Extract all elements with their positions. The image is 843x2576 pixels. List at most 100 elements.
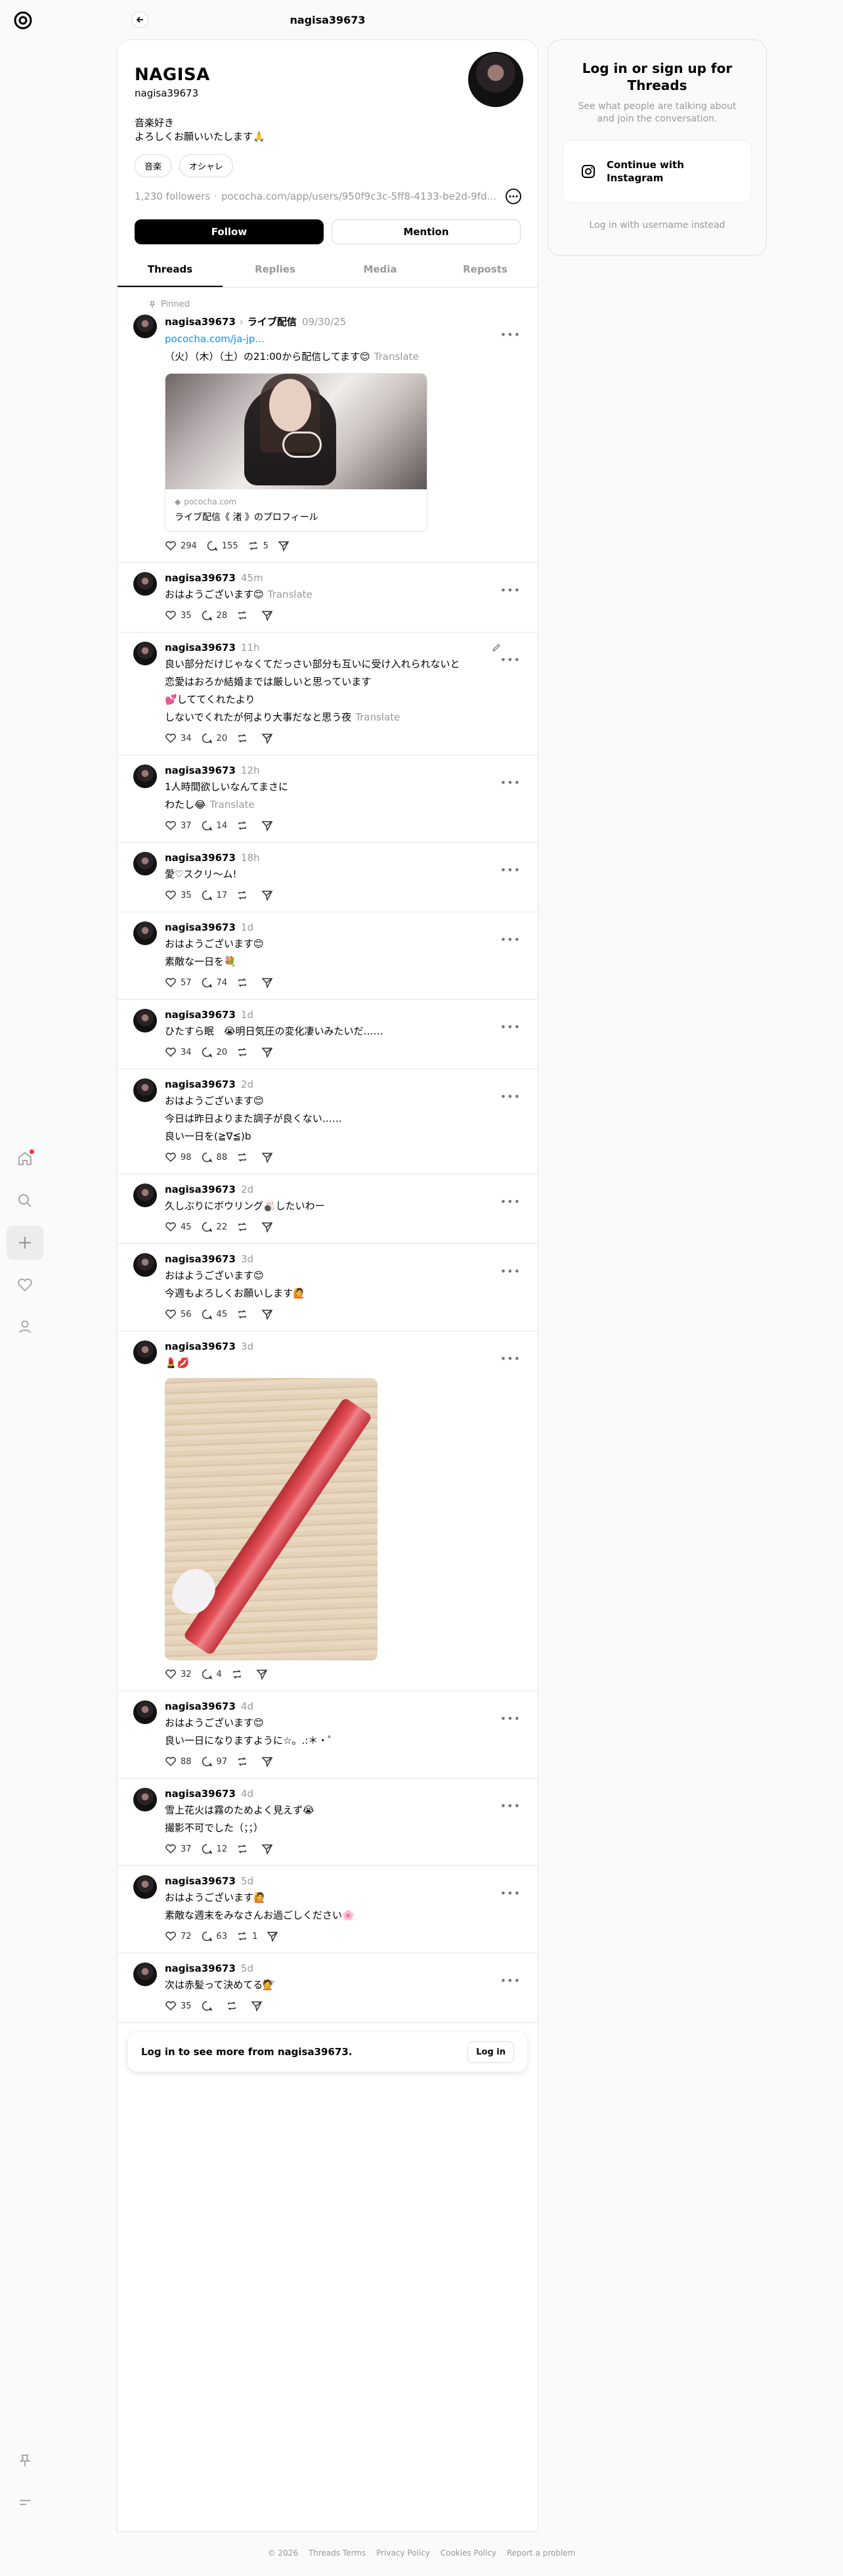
share-button[interactable] (261, 977, 277, 988)
thread-post[interactable]: nagisa39673 5d ••• おはようございます🙋 素敵な週末をみなさんお過ごし… (118, 1866, 538, 1953)
post-username[interactable]: nagisa39673 (165, 1963, 236, 1974)
thread-post[interactable]: Pinned nagisa39673 › ライブ配信 09/30/25 ••• pococh… (118, 288, 538, 563)
repost-button[interactable] (236, 820, 252, 832)
like-button[interactable]: 98 (165, 1151, 192, 1163)
reply-button[interactable]: 22 (201, 1221, 227, 1233)
thread-post[interactable]: nagisa39673 4d ••• 雪上花火は霧のためよく見えず😭 撮影不可でした（；… (118, 1779, 538, 1866)
post-avatar[interactable] (133, 922, 157, 945)
repost-button[interactable] (226, 2000, 242, 2012)
reply-button[interactable]: 14 (201, 820, 227, 832)
footer-link-privacy[interactable]: Privacy Policy (376, 2548, 430, 2558)
post-avatar[interactable] (133, 1253, 157, 1277)
footer-link-terms[interactable]: Threads Terms (309, 2548, 366, 2558)
post-username[interactable]: nagisa39673 (165, 1078, 236, 1090)
nav-profile[interactable] (7, 1310, 43, 1344)
reply-button[interactable]: 88 (201, 1151, 227, 1163)
post-image[interactable] (165, 1378, 378, 1660)
post-time[interactable]: 2d (241, 1078, 253, 1090)
like-button[interactable]: 37 (165, 820, 192, 832)
post-time[interactable]: 45m (241, 572, 263, 584)
post-avatar[interactable] (133, 642, 157, 665)
footer-link-cookies[interactable]: Cookies Policy (441, 2548, 496, 2558)
reply-button[interactable]: 45 (201, 1308, 227, 1320)
profile-avatar[interactable] (468, 52, 523, 107)
reply-button[interactable]: 12 (201, 1843, 227, 1855)
post-more-button[interactable]: ••• (500, 328, 521, 341)
post-avatar[interactable] (133, 1184, 157, 1207)
follow-button[interactable]: Follow (135, 219, 324, 244)
thread-post[interactable]: nagisa39673 18h ••• 愛♡スクリ〜ム! 35 17 (118, 843, 538, 912)
share-button[interactable] (261, 732, 277, 744)
repost-button[interactable] (236, 1046, 252, 1058)
reply-button[interactable] (201, 2000, 217, 2012)
translate-button[interactable]: Translate (268, 588, 313, 600)
share-button[interactable] (250, 2000, 267, 2012)
like-button[interactable]: 35 (165, 889, 192, 901)
post-avatar[interactable] (133, 1009, 157, 1033)
repost-button[interactable] (236, 1151, 252, 1163)
post-time[interactable]: 09/30/25 (302, 316, 346, 328)
post-time[interactable]: 3d (241, 1341, 253, 1352)
post-more-button[interactable]: ••• (500, 654, 521, 666)
post-avatar[interactable] (133, 572, 157, 596)
post-tag[interactable]: ライブ配信 (248, 315, 297, 328)
tab-reposts[interactable]: Reposts (433, 254, 538, 287)
share-button[interactable] (278, 540, 293, 552)
like-button[interactable]: 34 (165, 732, 192, 744)
translate-button[interactable]: Translate (355, 711, 400, 723)
tag-chip[interactable]: 音楽 (135, 154, 172, 177)
share-button[interactable] (261, 820, 277, 832)
share-button[interactable] (261, 889, 277, 901)
like-button[interactable]: 45 (165, 1221, 192, 1233)
post-time[interactable]: 11h (241, 642, 260, 654)
post-username[interactable]: nagisa39673 (165, 572, 236, 584)
nav-home[interactable] (7, 1142, 43, 1176)
more-icon[interactable] (505, 188, 522, 205)
post-username[interactable]: nagisa39673 (165, 1009, 236, 1021)
repost-button[interactable] (231, 1668, 247, 1680)
share-button[interactable] (261, 1756, 277, 1767)
username-login-link[interactable]: Log in with username instead (548, 220, 766, 231)
post-time[interactable]: 3d (241, 1253, 253, 1265)
post-avatar[interactable] (133, 765, 157, 788)
reply-button[interactable]: 74 (201, 977, 227, 988)
footer-link-report[interactable]: Report a problem (507, 2548, 575, 2558)
post-time[interactable]: 5d (241, 1875, 253, 1887)
repost-button[interactable] (236, 1756, 252, 1767)
post-more-button[interactable]: ••• (500, 776, 521, 789)
mention-button[interactable]: Mention (332, 219, 521, 244)
reply-button[interactable]: 155 (206, 540, 238, 552)
share-button[interactable] (261, 1843, 277, 1855)
tab-media[interactable]: Media (328, 254, 433, 287)
like-button[interactable]: 88 (165, 1756, 192, 1767)
thread-post[interactable]: nagisa39673 1d ••• ひたすら眠 😭明日気圧の変化凄いみたいだ…… 34… (118, 1000, 538, 1069)
repost-button[interactable]: 5 (248, 540, 269, 552)
post-time[interactable]: 18h (241, 852, 260, 864)
post-username[interactable]: nagisa39673 (165, 852, 236, 864)
reply-button[interactable]: 17 (201, 889, 227, 901)
post-time[interactable]: 4d (241, 1788, 253, 1800)
nav-create[interactable] (7, 1226, 43, 1260)
nav-menu[interactable] (7, 2485, 43, 2520)
link-preview-card[interactable]: ◆ pococha.com ライブ配信《 渚 》のプロフィール (165, 373, 427, 532)
post-more-button[interactable]: ••• (500, 1352, 521, 1365)
post-more-button[interactable]: ••• (500, 1265, 521, 1277)
thread-post[interactable]: nagisa39673 45m ••• おはようございます😊 Translate 35 28 (118, 563, 538, 633)
nav-pinned[interactable] (7, 2443, 43, 2477)
like-button[interactable]: 35 (165, 610, 192, 621)
reply-button[interactable]: 97 (201, 1756, 227, 1767)
post-more-button[interactable]: ••• (500, 1090, 521, 1103)
profile-link[interactable]: pococha.com/app/users/950f9c3c-5ff8-4133… (221, 190, 504, 202)
post-more-button[interactable]: ••• (500, 1800, 521, 1812)
post-username[interactable]: nagisa39673 (165, 922, 236, 933)
post-avatar[interactable] (133, 315, 157, 338)
share-button[interactable] (261, 1046, 277, 1058)
post-link[interactable]: pococha.com/ja-jp... (165, 332, 521, 346)
post-username[interactable]: nagisa39673 (165, 1700, 236, 1712)
repost-button[interactable] (236, 610, 252, 621)
share-button[interactable] (261, 610, 277, 621)
share-button[interactable] (261, 1151, 277, 1163)
repost-button[interactable] (236, 732, 252, 744)
share-button[interactable] (267, 1930, 282, 1942)
thread-post[interactable]: nagisa39673 11h ••• 良い部分だけじゃなくてだっさい部分も互いに受け… (118, 633, 538, 755)
